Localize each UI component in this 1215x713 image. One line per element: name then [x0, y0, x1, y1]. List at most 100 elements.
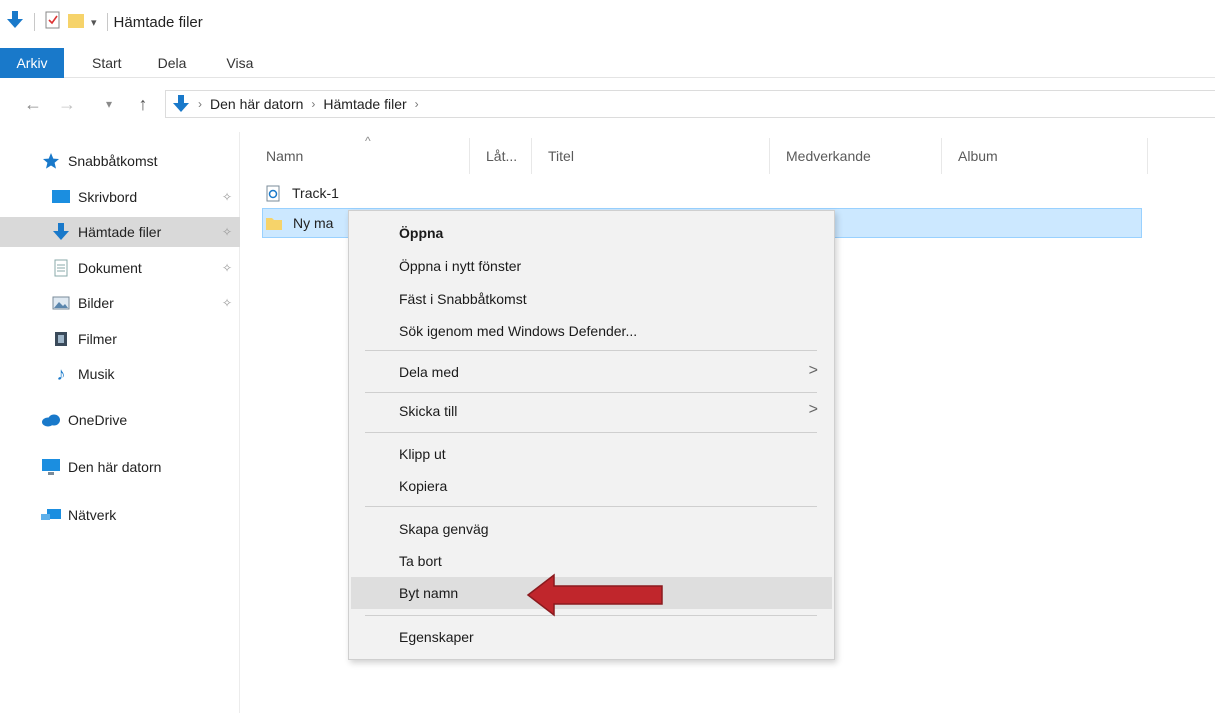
menu-item-oppna[interactable]: Öppna: [351, 217, 832, 249]
desktop-icon: [50, 188, 72, 206]
up-button[interactable]: ↑: [130, 91, 156, 117]
arrow-up-icon: ↑: [138, 93, 148, 114]
menu-item-skicka-till[interactable]: Skicka till >: [351, 395, 832, 427]
folder-icon: [263, 215, 285, 231]
sidebar-item-den-har-datorn[interactable]: Den här datorn: [40, 452, 230, 482]
pin-icon[interactable]: ✧: [222, 261, 232, 275]
customize-qat-dropdown-icon[interactable]: ▾: [91, 16, 97, 29]
forward-button[interactable]: →: [54, 91, 80, 117]
recent-locations-button[interactable]: ▾: [96, 91, 122, 117]
sidebar-item-label: Nätverk: [68, 507, 117, 523]
column-label: Namn: [266, 148, 304, 164]
column-titel[interactable]: Titel: [532, 138, 770, 174]
menu-item-kopiera[interactable]: Kopiera: [351, 470, 832, 502]
pin-icon[interactable]: ✧: [222, 190, 232, 204]
sidebar-item-label: Musik: [78, 366, 115, 382]
sidebar-item-label: OneDrive: [68, 412, 128, 428]
column-label: Titel: [548, 148, 574, 164]
sidebar-item-label: Dokument: [78, 260, 142, 276]
ribbon-tabs: Arkiv Start Dela Visa: [0, 47, 1215, 78]
cloud-icon: [40, 411, 62, 429]
column-latnummer[interactable]: Låt...: [470, 138, 532, 174]
document-icon: [50, 259, 72, 277]
quick-access-toolbar: ▾: [6, 10, 112, 35]
qat-divider: [106, 13, 108, 31]
navigation-pane: Snabbåtkomst Skrivbord ✧ Hämtade filer ✧…: [0, 132, 240, 713]
computer-icon: [40, 458, 62, 476]
sidebar-item-onedrive[interactable]: OneDrive: [40, 405, 230, 435]
column-album[interactable]: Album: [942, 138, 1148, 174]
breadcrumb-den-har-datorn[interactable]: Den här datorn: [210, 96, 303, 112]
sidebar-item-label: Bilder: [78, 295, 114, 311]
download-arrow-icon: [172, 94, 190, 114]
sidebar-item-musik[interactable]: ♪ Musik: [50, 359, 240, 389]
column-medverkande[interactable]: Medverkande: [770, 138, 942, 174]
menu-item-oppna-i-nytt-fonster[interactable]: Öppna i nytt fönster: [351, 250, 832, 282]
pin-icon[interactable]: ✧: [222, 225, 232, 239]
music-note-icon: ♪: [56, 363, 66, 384]
navigation-bar: ← → ▾ ↑ › Den här datorn › Hämtade filer…: [0, 86, 1215, 122]
tab-arkiv[interactable]: Arkiv: [0, 47, 64, 78]
column-label: Medverkande: [786, 148, 871, 164]
file-name: Ny ma: [293, 215, 334, 231]
file-row-track-1[interactable]: Track-1: [262, 178, 1142, 208]
menu-item-dela-med[interactable]: Dela med >: [351, 356, 832, 388]
sidebar-item-label: Hämtade filer: [78, 224, 162, 240]
menu-item-klipp-ut[interactable]: Klipp ut: [351, 438, 832, 470]
pictures-icon: [50, 294, 72, 312]
title-bar: ▾ Hämtade filer: [0, 0, 1215, 44]
breadcrumb-hamtade-filer[interactable]: Hämtade filer: [323, 96, 406, 112]
breadcrumb-chevron-icon[interactable]: ›: [311, 97, 315, 111]
menu-separator: [365, 350, 817, 351]
menu-item-skapa-genvag[interactable]: Skapa genväg: [351, 513, 832, 545]
sidebar-item-label: Snabbåtkomst: [68, 153, 158, 169]
qat-divider: [34, 13, 35, 31]
menu-item-egenskaper[interactable]: Egenskaper: [351, 621, 832, 653]
network-icon: [40, 506, 62, 524]
properties-icon[interactable]: [45, 11, 61, 34]
menu-separator: [365, 392, 817, 393]
sidebar-item-filmer[interactable]: Filmer: [50, 324, 240, 354]
sidebar-item-label: Den här datorn: [68, 459, 162, 475]
sidebar-item-label: Skrivbord: [78, 189, 138, 205]
star-icon: [40, 152, 62, 170]
file-list-header: Namn ^ Låt... Titel Medverkande Album: [250, 134, 1150, 174]
submenu-chevron-icon: >: [808, 362, 818, 379]
sidebar-item-bilder[interactable]: Bilder ✧: [50, 288, 240, 318]
breadcrumb-chevron-icon: ›: [198, 97, 202, 111]
chevron-down-icon: ▾: [105, 97, 113, 111]
column-label: Album: [958, 148, 998, 164]
sidebar-item-snabbatkomst[interactable]: Snabbåtkomst: [40, 146, 230, 176]
new-folder-icon[interactable]: [67, 11, 85, 34]
submenu-chevron-icon: >: [808, 401, 818, 418]
sidebar-item-hamtade-filer[interactable]: Hämtade filer ✧: [0, 217, 240, 247]
media-file-icon: [262, 185, 284, 202]
menu-item-label: Skicka till: [399, 403, 458, 419]
arrow-left-icon: ←: [24, 93, 42, 114]
pin-icon[interactable]: ✧: [222, 296, 232, 310]
menu-item-windows-defender-scan[interactable]: Sök igenom med Windows Defender...: [351, 315, 832, 347]
column-label: Låt...: [486, 148, 518, 164]
breadcrumb-chevron-icon[interactable]: ›: [415, 97, 419, 111]
annotation-arrow-icon: [526, 573, 663, 617]
sidebar-item-skrivbord[interactable]: Skrivbord ✧: [50, 182, 240, 212]
menu-item-fast-i-snabbatkomst[interactable]: Fäst i Snabbåtkomst: [351, 283, 832, 315]
menu-separator: [365, 432, 817, 433]
back-button[interactable]: ←: [20, 91, 46, 117]
sidebar-item-dokument[interactable]: Dokument ✧: [50, 253, 240, 283]
window-title: Hämtade filer: [113, 13, 203, 31]
tab-visa[interactable]: Visa: [204, 48, 271, 78]
tab-start[interactable]: Start: [64, 48, 140, 78]
film-icon: [50, 330, 72, 348]
tab-dela[interactable]: Dela: [140, 48, 205, 78]
sidebar-item-label: Filmer: [78, 331, 117, 347]
download-arrow-icon: [6, 10, 24, 35]
menu-item-label: Dela med: [399, 364, 459, 380]
address-bar[interactable]: › Den här datorn › Hämtade filer ›: [165, 90, 1215, 118]
arrow-right-icon: →: [58, 93, 76, 114]
column-namn[interactable]: Namn ^: [250, 134, 470, 174]
sort-ascending-icon: ^: [365, 134, 371, 148]
sidebar-item-natverk[interactable]: Nätverk: [40, 500, 230, 530]
file-name: Track-1: [292, 185, 339, 201]
menu-separator: [365, 506, 817, 507]
